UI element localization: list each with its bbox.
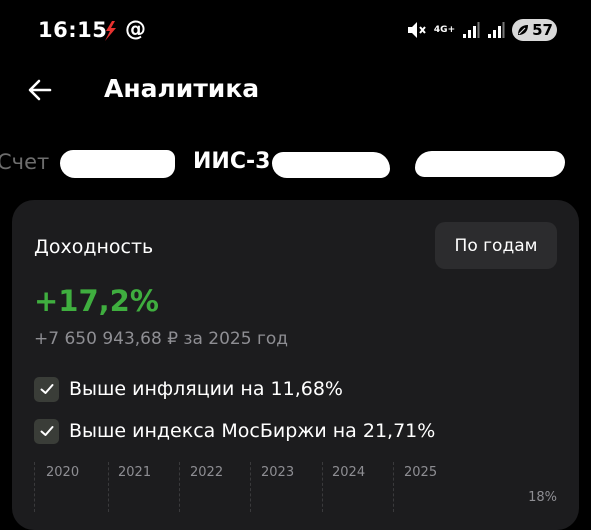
return-value: +17,2% bbox=[34, 284, 159, 318]
return-subtitle: +7 650 943,68 ₽ за 2025 год bbox=[34, 329, 289, 349]
account-tab-iis[interactable]: ИИС-3 bbox=[193, 149, 270, 174]
returns-card: Доходность По годам +17,2% +7 650 943,68… bbox=[12, 200, 579, 530]
year-gridline bbox=[322, 462, 324, 512]
check-inflation[interactable]: Выше инфляции на 11,68% bbox=[34, 375, 343, 403]
y-axis-tick: 18% bbox=[528, 490, 557, 505]
signal-icon bbox=[488, 22, 505, 38]
redaction-mark bbox=[415, 151, 565, 177]
status-indicators: 4G+ 57 bbox=[405, 17, 557, 43]
year-gridline bbox=[393, 462, 395, 512]
page-title: Аналитика bbox=[104, 74, 260, 103]
year-label: 2022 bbox=[190, 465, 224, 480]
check-label: Выше инфляции на 11,68% bbox=[69, 378, 343, 400]
check-moex-index[interactable]: Выше индекса МосБиржи на 21,71% bbox=[34, 417, 435, 445]
year-label: 2023 bbox=[261, 465, 295, 480]
account-tab-schet[interactable]: Счет bbox=[0, 150, 49, 174]
battery-level: 57 bbox=[532, 21, 553, 39]
year-label: 2025 bbox=[404, 465, 438, 480]
year-label: 2020 bbox=[46, 465, 80, 480]
year-gridline bbox=[34, 462, 36, 512]
mute-icon bbox=[407, 22, 426, 38]
year-label: 2021 bbox=[118, 465, 152, 480]
signal-icon bbox=[463, 22, 480, 38]
app-notification-icon bbox=[105, 21, 116, 41]
period-button[interactable]: По годам bbox=[435, 222, 557, 269]
status-bar: 16:15 @ 4G+ 57 bbox=[0, 0, 591, 60]
account-tabs: Счет ИИС-3 bbox=[0, 140, 591, 188]
arrow-left-icon[interactable] bbox=[26, 76, 54, 104]
app-bar: Аналитика bbox=[0, 60, 591, 120]
year-gridline bbox=[108, 462, 110, 512]
checkmark-icon bbox=[40, 426, 53, 436]
checkbox[interactable] bbox=[34, 418, 59, 444]
battery-indicator: 57 bbox=[512, 19, 557, 41]
at-icon: @ bbox=[125, 17, 146, 41]
check-label: Выше индекса МосБиржи на 21,71% bbox=[69, 420, 436, 442]
status-time: 16:15 bbox=[38, 18, 108, 42]
year-gridline bbox=[179, 462, 181, 512]
chart-years-axis: 2020 2021 2022 2023 2024 2025 bbox=[34, 462, 554, 512]
network-type: 4G+ bbox=[433, 24, 456, 35]
redaction-mark bbox=[60, 150, 175, 178]
card-title: Доходность bbox=[34, 236, 154, 258]
checkbox[interactable] bbox=[34, 376, 59, 402]
year-label: 2024 bbox=[332, 465, 366, 480]
redaction-mark bbox=[272, 152, 390, 178]
checkmark-icon bbox=[40, 384, 53, 394]
year-gridline bbox=[250, 462, 252, 512]
battery-saver-icon bbox=[518, 25, 529, 35]
